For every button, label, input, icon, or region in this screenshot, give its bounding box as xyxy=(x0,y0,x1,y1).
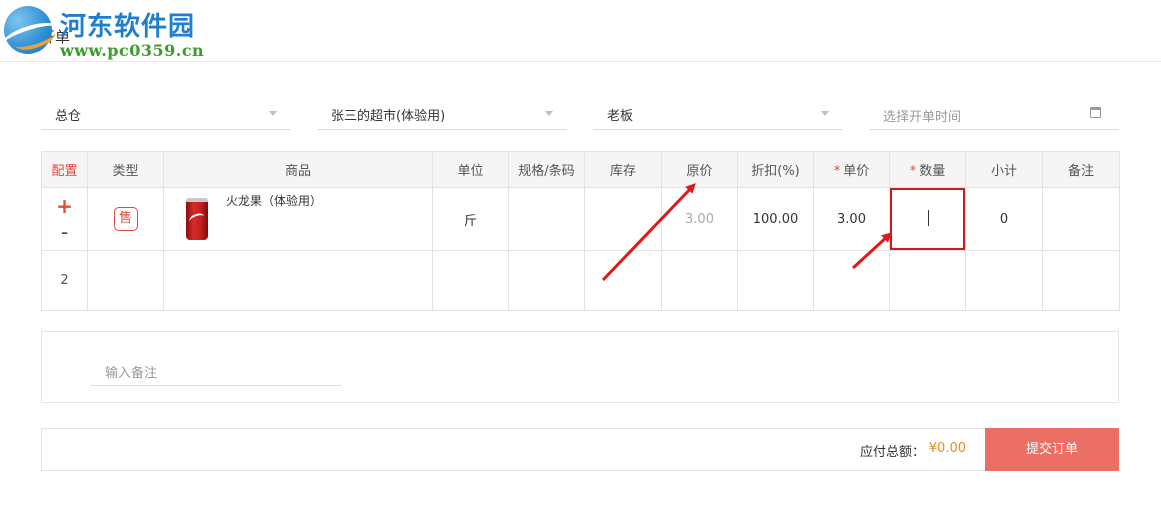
table-row: + - 售 火龙果（体验用） 斤 3.00 100.00 3.00 0 xyxy=(41,187,1120,251)
row-subtotal: 0 xyxy=(965,187,1043,251)
row-discount-input[interactable]: 100.00 xyxy=(737,187,814,251)
col-unit: 单位 xyxy=(432,151,509,188)
required-mark: * xyxy=(833,164,841,179)
col-type: 类型 xyxy=(87,151,164,188)
warehouse-select[interactable]: 总仓 xyxy=(41,96,291,130)
submit-order-button[interactable]: 提交订单 xyxy=(985,428,1119,471)
store-value: 张三的超市(体验用) xyxy=(331,109,446,124)
col-product: 商品 xyxy=(163,151,433,188)
order-time-placeholder: 选择开单时间 xyxy=(883,110,962,125)
remove-row-button[interactable]: - xyxy=(61,222,68,242)
total-label: 应付总额： xyxy=(859,445,925,460)
row-qty-input[interactable] xyxy=(889,187,966,251)
row-spec xyxy=(508,187,585,251)
total-amount: ¥0.00 xyxy=(928,441,966,456)
remark-input[interactable]: 输入备注 xyxy=(91,356,341,386)
store-select[interactable]: 张三的超市(体验用) xyxy=(317,96,567,130)
remark-placeholder: 输入备注 xyxy=(105,366,158,381)
add-row-button[interactable]: + xyxy=(56,196,73,216)
col-subtotal: 小计 xyxy=(965,151,1043,188)
order-items-table: 配置 类型 商品 单位 规格/条码 库存 原价 折扣(%) * 单价 * 数量 小计… xyxy=(41,151,1120,311)
order-footer: 应付总额： ¥0.00 提交订单 xyxy=(41,428,1119,471)
chevron-down-icon xyxy=(821,111,829,116)
row-product[interactable]: 火龙果（体验用） xyxy=(163,187,433,251)
col-note: 备注 xyxy=(1042,151,1120,188)
row-unit: 斤 xyxy=(432,187,509,251)
sale-badge[interactable]: 售 xyxy=(113,207,138,231)
col-orig-price: 原价 xyxy=(661,151,738,188)
row-stock xyxy=(584,187,662,251)
row-note-input[interactable] xyxy=(1042,187,1120,251)
table-row: 2 xyxy=(41,250,1120,311)
row-unit-price-input[interactable]: 3.00 xyxy=(813,187,890,251)
col-qty: * 数量 xyxy=(889,151,966,188)
watermark-title: 河东软件园 xyxy=(60,12,196,42)
calendar-icon xyxy=(1090,107,1101,118)
col-stock: 库存 xyxy=(584,151,662,188)
product-image xyxy=(186,198,208,240)
table-header-row: 配置 类型 商品 单位 规格/条码 库存 原价 折扣(%) * 单价 * 数量 小计… xyxy=(41,151,1120,188)
filter-bar: 总仓 张三的超市(体验用) 老板 选择开单时间 xyxy=(41,96,1119,132)
order-time-picker[interactable]: 选择开单时间 xyxy=(869,96,1119,130)
row-index: 2 xyxy=(41,250,88,311)
warehouse-value: 总仓 xyxy=(55,109,82,124)
product-name: 火龙果（体验用） xyxy=(226,194,323,208)
chevron-down-icon xyxy=(269,111,277,116)
col-discount: 折扣(%) xyxy=(737,151,814,188)
watermark-url: www.pc0359.cn xyxy=(60,41,205,60)
text-cursor xyxy=(928,210,929,226)
chevron-down-icon xyxy=(545,111,553,116)
col-spec: 规格/条码 xyxy=(508,151,585,188)
required-mark: * xyxy=(909,164,917,179)
row-type: 售 xyxy=(87,187,164,251)
col-config: 配置 xyxy=(41,151,88,188)
operator-select[interactable]: 老板 xyxy=(593,96,843,130)
col-unit-price: * 单价 xyxy=(813,151,890,188)
row-ops: + - xyxy=(41,187,88,251)
row-orig-price: 3.00 xyxy=(661,187,738,251)
watermark-logo: 河东软件园 www.pc0359.cn xyxy=(0,0,210,72)
remark-panel: 输入备注 xyxy=(41,331,1119,403)
operator-value: 老板 xyxy=(607,109,634,124)
